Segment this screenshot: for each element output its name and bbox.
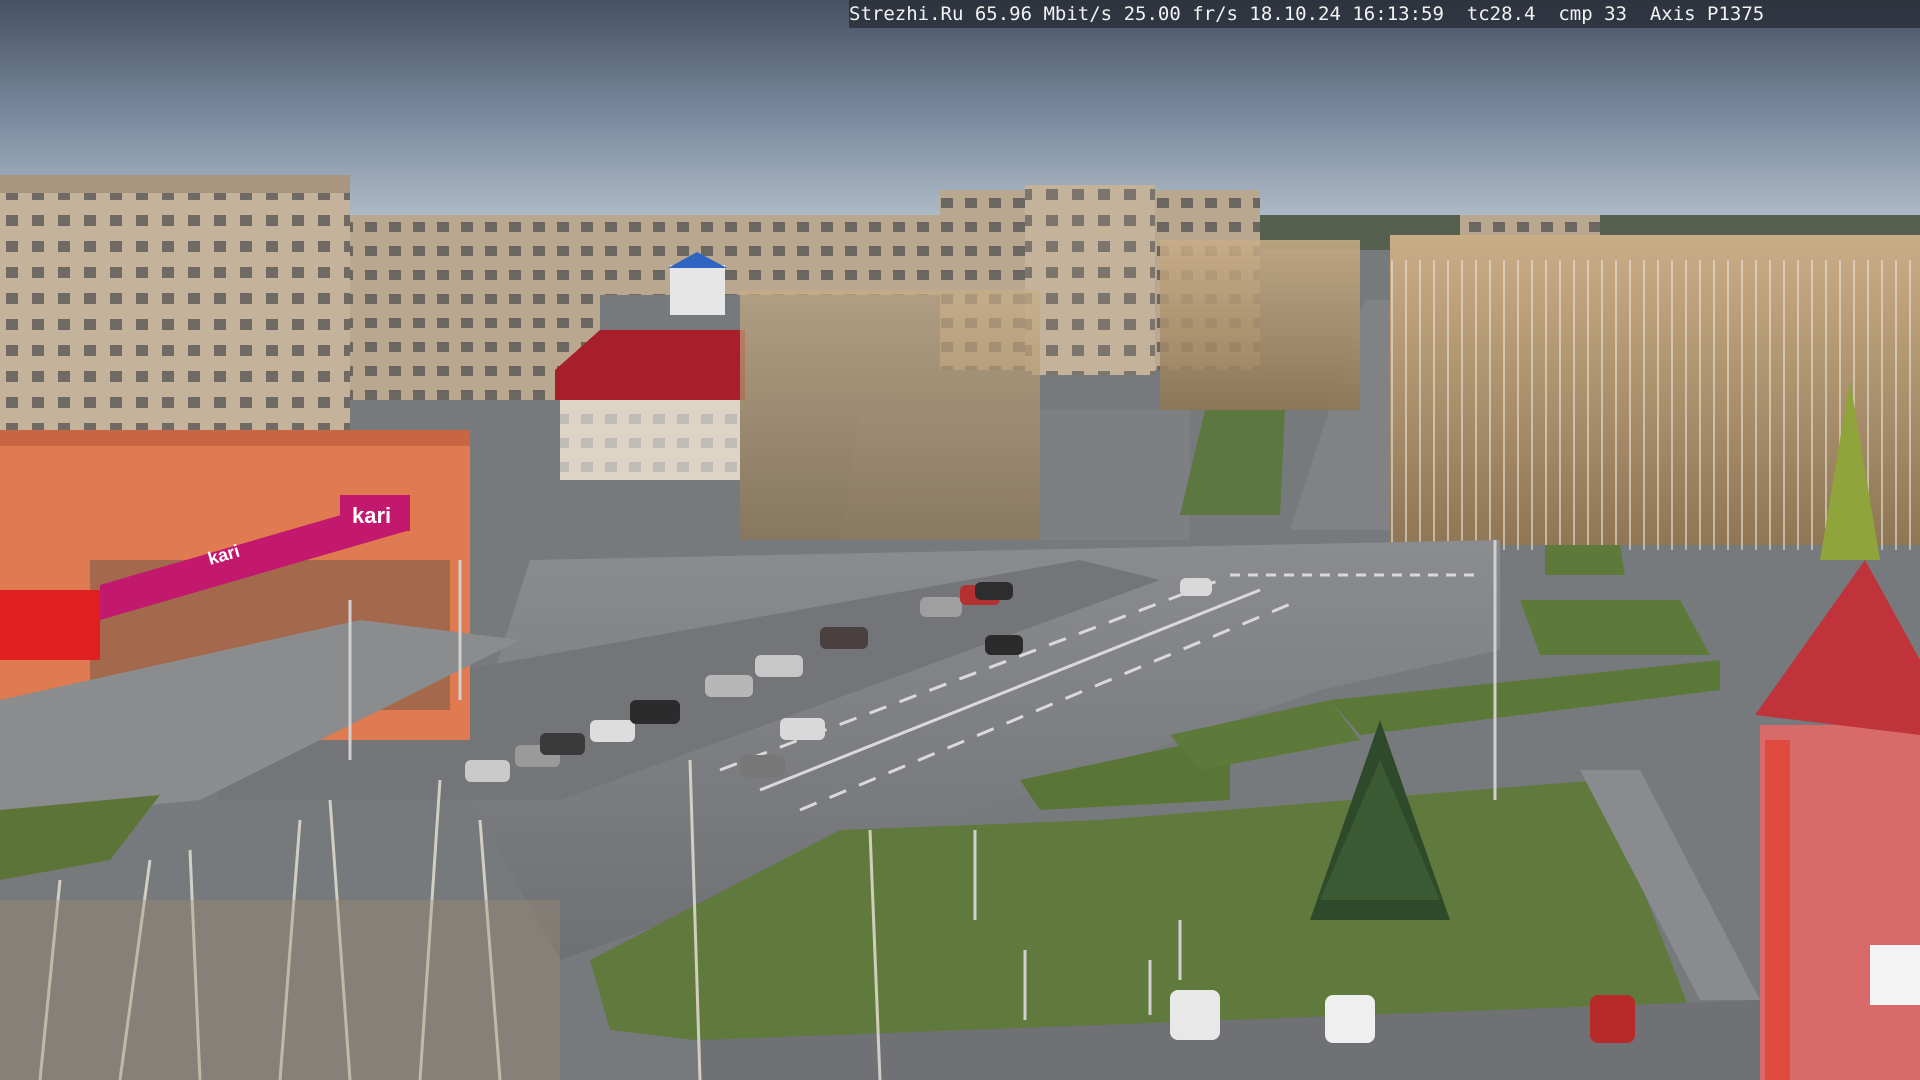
osd-camera-model: Axis P1375 xyxy=(1649,3,1765,25)
osd-datetime: 18.10.24 16:13:59 xyxy=(1249,3,1444,25)
osd-fps: 25.00 fr/s xyxy=(1123,3,1238,25)
osd-tc: tc28.4 xyxy=(1466,3,1536,25)
camera-osd-overlay: Strezhi.Ru 65.96 Mbit/s 25.00 fr/s 18.10… xyxy=(849,0,1920,28)
osd-bitrate: 65.96 Mbit/s xyxy=(974,3,1113,25)
osd-site: Strezhi.Ru xyxy=(849,3,964,25)
birch-grove-right xyxy=(1390,235,1920,560)
osd-cmp: cmp 33 xyxy=(1558,3,1627,25)
store-logo-text: kari xyxy=(352,503,391,528)
birch-grove-left xyxy=(740,290,1040,540)
webcam-scene: kari kari xyxy=(0,0,1920,1080)
foreground-brush xyxy=(0,900,560,1080)
birch-grove-center xyxy=(1160,240,1360,410)
red-roof-building xyxy=(555,330,745,480)
